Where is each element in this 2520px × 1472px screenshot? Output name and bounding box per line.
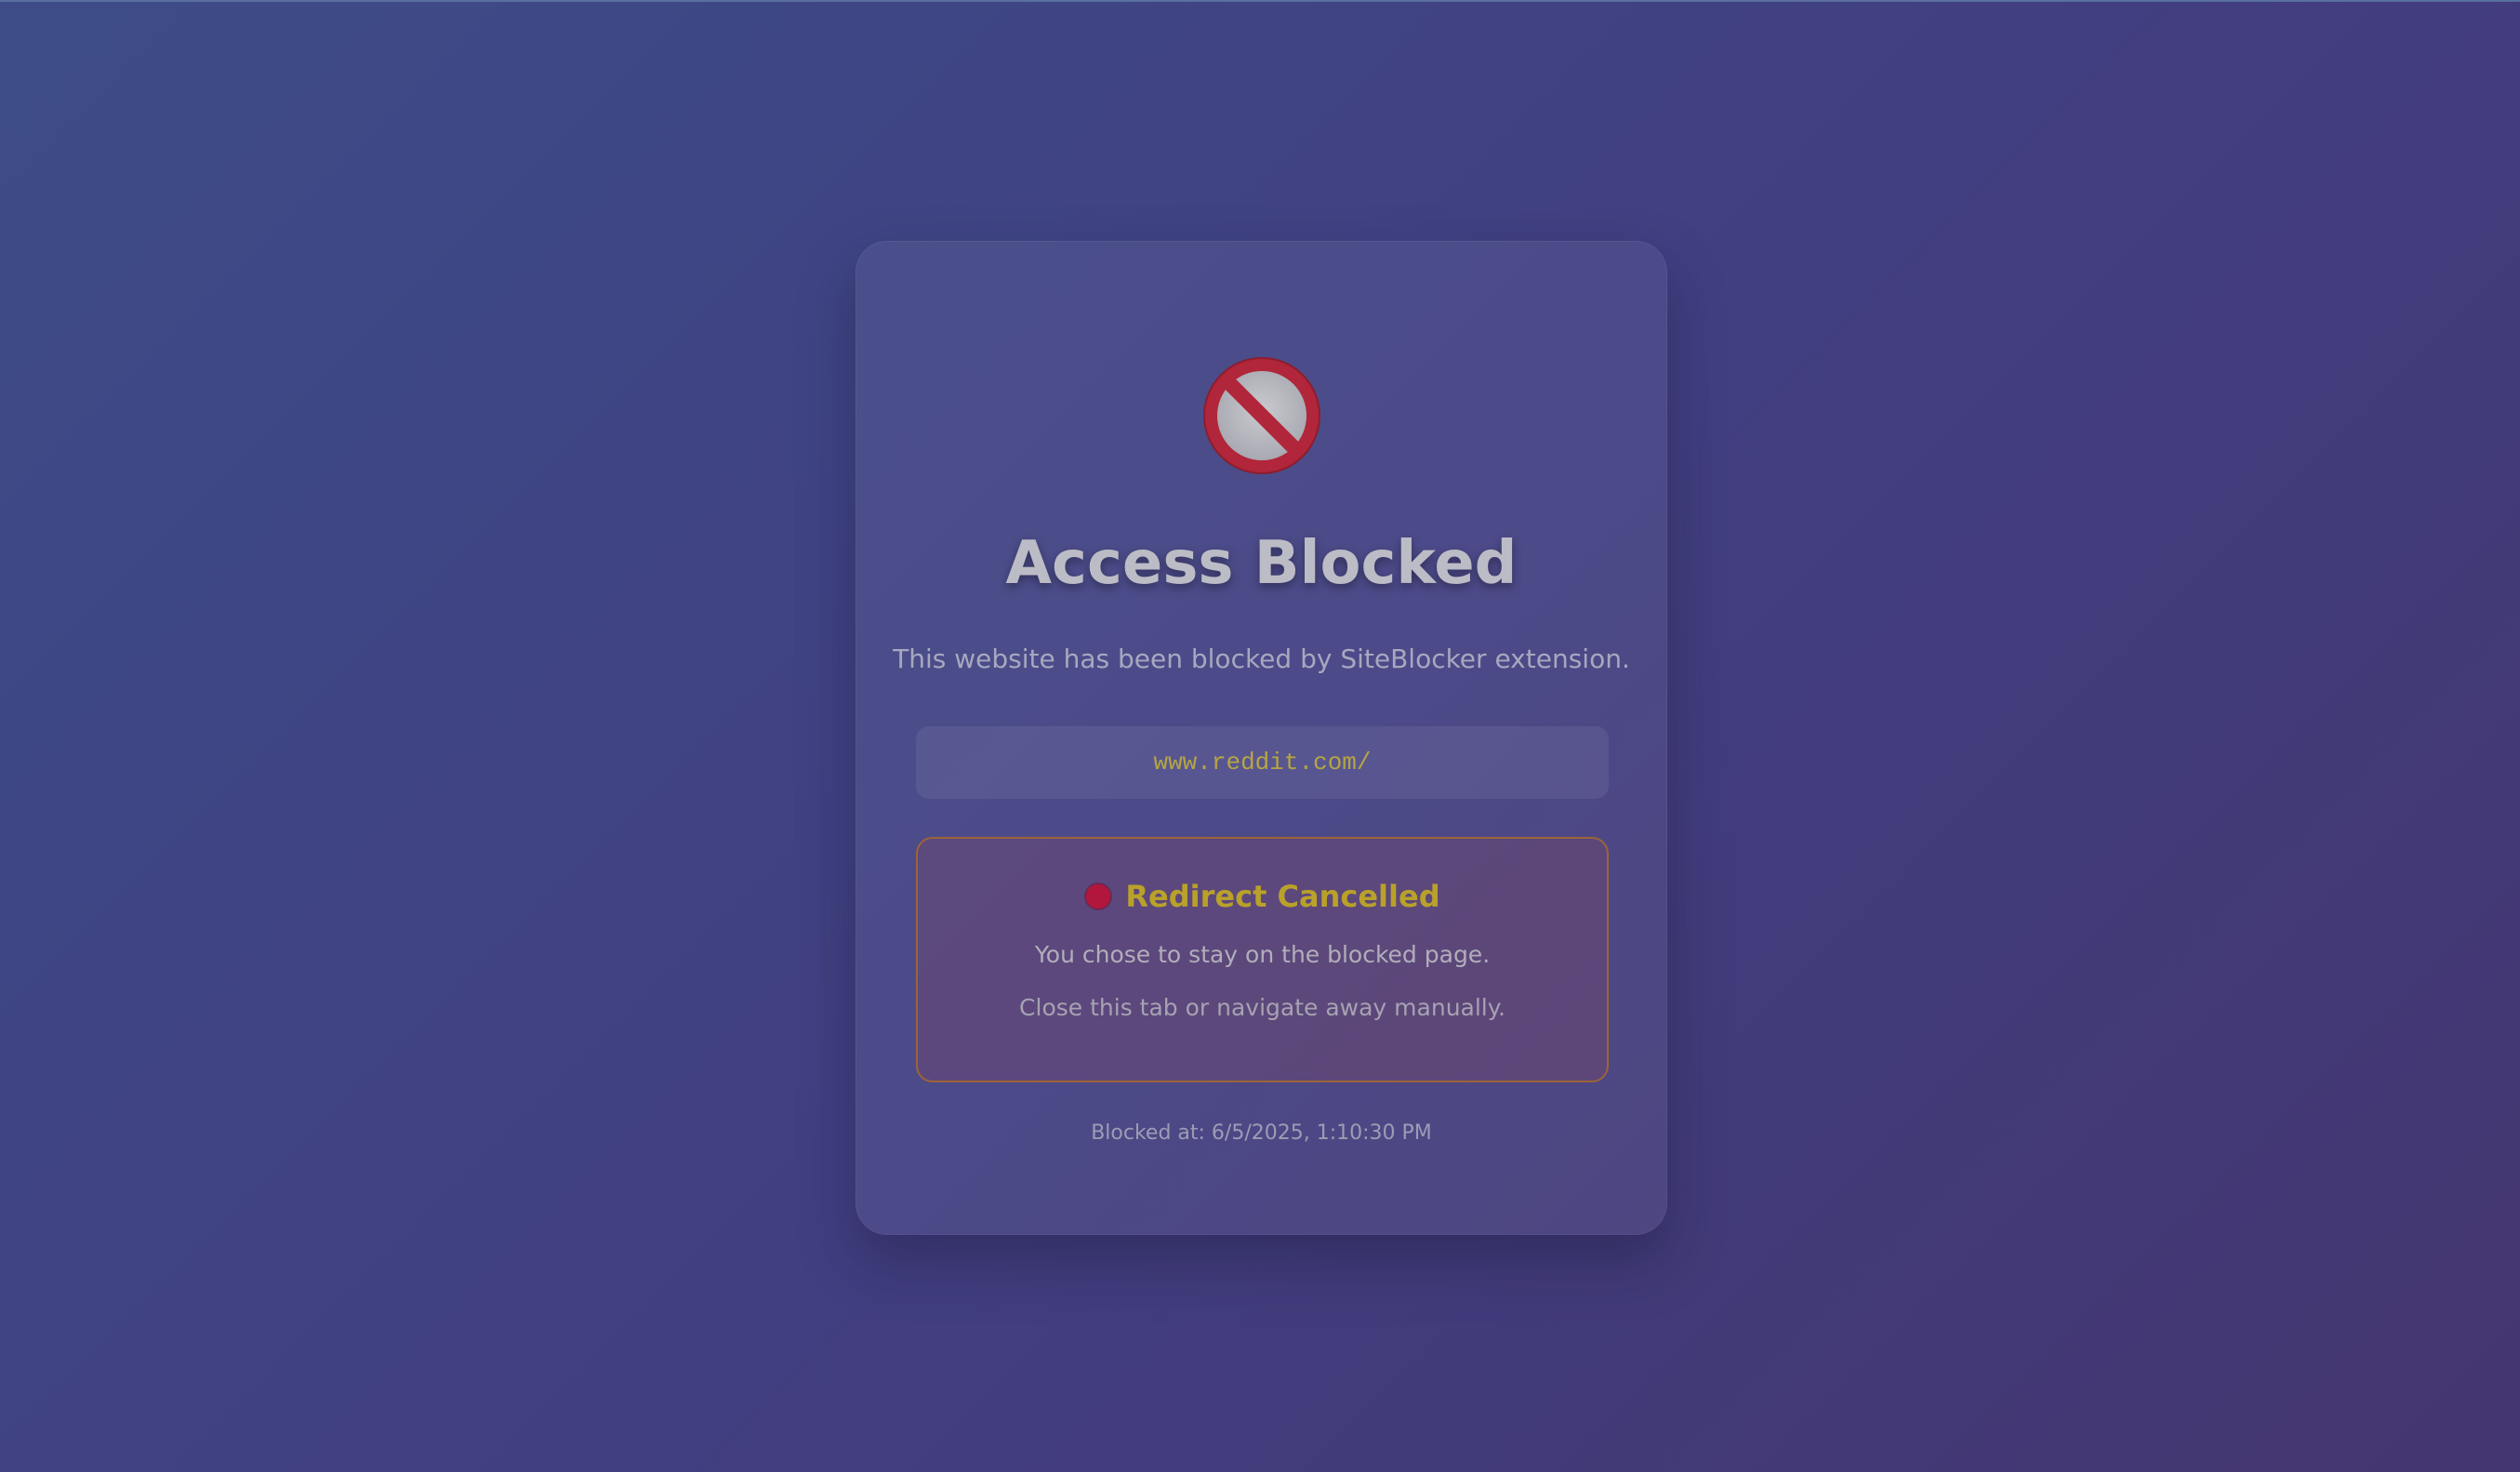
notice-header: Redirect Cancelled bbox=[918, 882, 1607, 911]
notice-message: You chose to stay on the blocked page. bbox=[1034, 941, 1491, 968]
blocked-card: Access Blocked This website has been blo… bbox=[855, 241, 1667, 1235]
blocked-timestamp: Blocked at: 6/5/2025, 1:10:30 PM bbox=[1091, 1121, 1432, 1145]
red-circle-icon bbox=[1084, 882, 1113, 910]
notice-title: Redirect Cancelled bbox=[1125, 879, 1440, 914]
blocked-url: www.reddit.com/ bbox=[1153, 749, 1372, 776]
page-title: Access Blocked bbox=[1005, 529, 1518, 598]
redirect-notice: Redirect Cancelled You chose to stay on … bbox=[916, 837, 1609, 1082]
notice-instruction: Close this tab or navigate away manually… bbox=[1019, 994, 1505, 1021]
prohibited-icon bbox=[1199, 352, 1325, 479]
block-description: This website has been blocked by SiteBlo… bbox=[893, 643, 1630, 674]
blocked-url-box: www.reddit.com/ bbox=[916, 726, 1609, 799]
top-edge-line bbox=[0, 0, 2520, 2]
